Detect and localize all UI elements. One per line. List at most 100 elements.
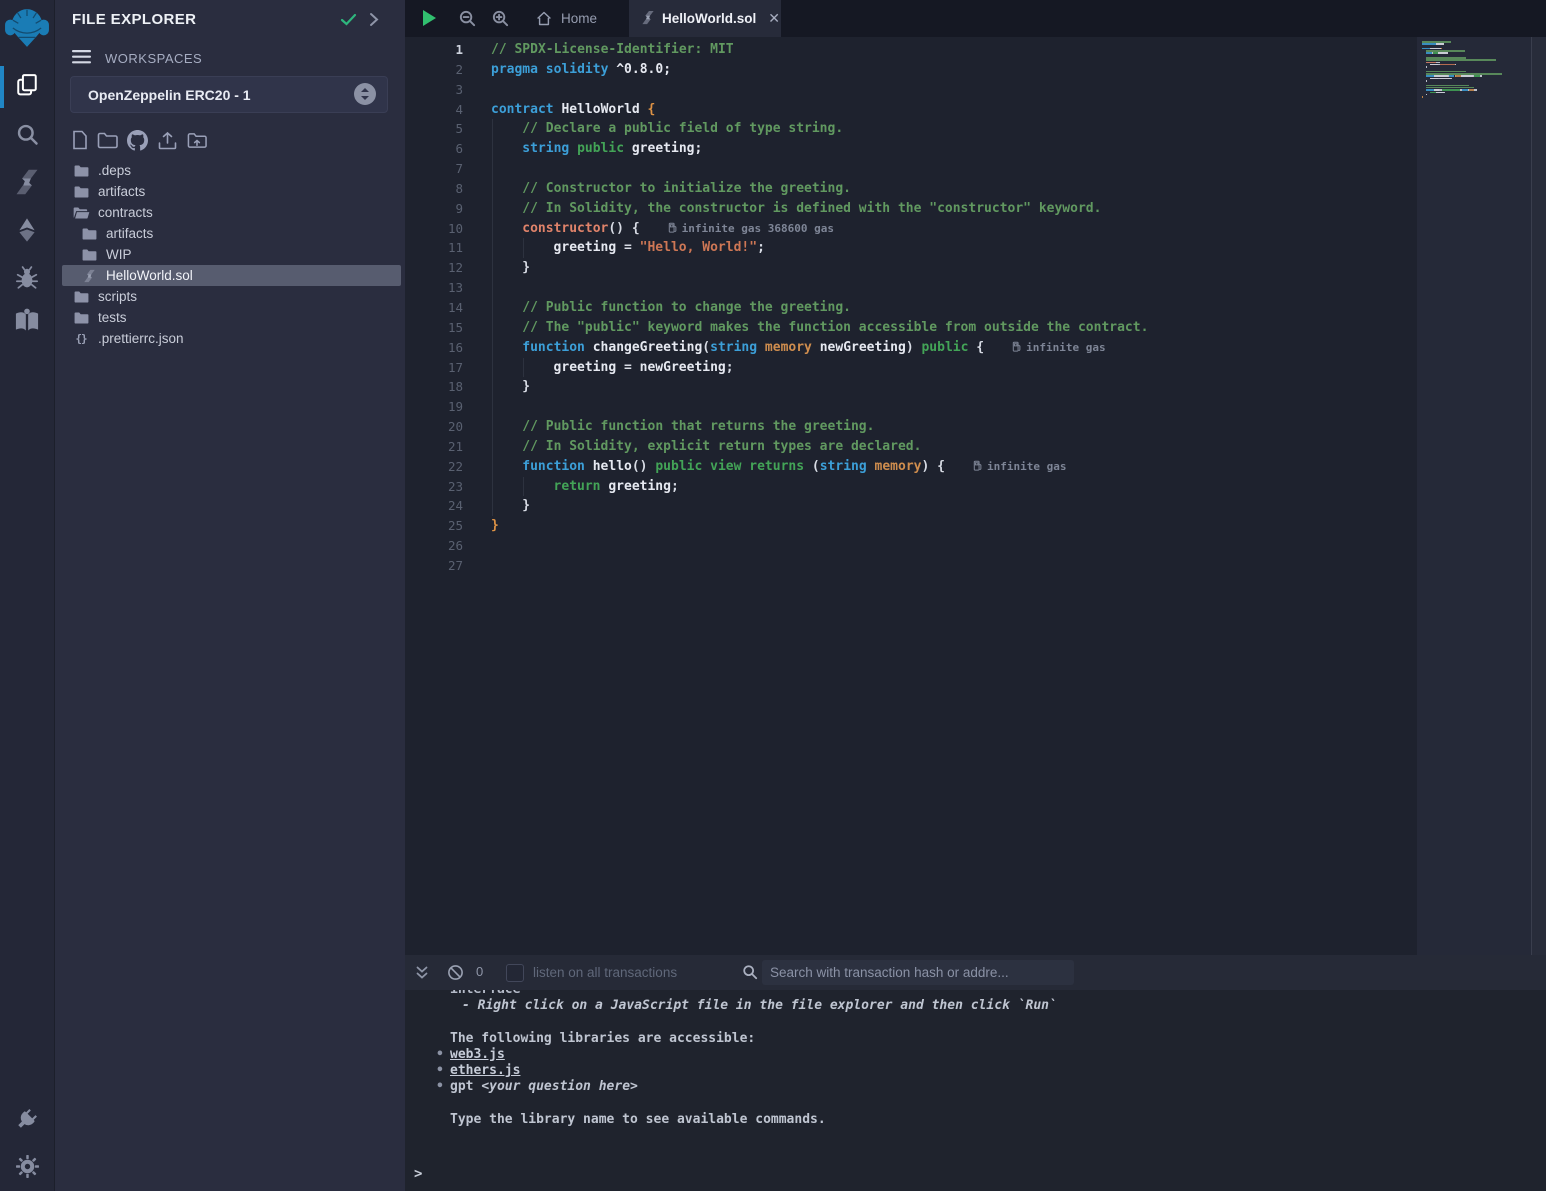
code-line[interactable]: [491, 159, 1416, 179]
code-line[interactable]: }: [491, 258, 1416, 278]
upload-folder-icon[interactable]: [187, 132, 207, 149]
terminal-collapse-icon[interactable]: [415, 965, 429, 985]
terminal-line: Type the library name to see available c…: [405, 1112, 1546, 1128]
code-editor[interactable]: 1234567891011121314151617181920212223242…: [405, 37, 1546, 955]
workspaces-menu-icon[interactable]: [72, 50, 91, 69]
upload-file-icon[interactable]: [157, 131, 178, 150]
github-icon[interactable]: [127, 130, 148, 151]
remix-logo-icon: [4, 6, 50, 50]
tree-item-scripts[interactable]: scripts: [55, 286, 405, 307]
terminal-prompt[interactable]: >: [414, 1166, 422, 1182]
tree-item-artifacts[interactable]: artifacts: [55, 181, 405, 202]
file-actions-toolbar: [72, 129, 207, 151]
code-line[interactable]: // In Solidity, explicit return types ar…: [491, 437, 1416, 457]
code-line[interactable]: [491, 556, 1416, 576]
code-line[interactable]: // Constructor to initialize the greetin…: [491, 179, 1416, 199]
workspace-name: OpenZeppelin ERC20 - 1: [88, 87, 251, 103]
sidebar-item-debugger[interactable]: [0, 264, 54, 292]
line-number: 4: [405, 100, 463, 120]
panel-chevron-right-icon[interactable]: [369, 12, 379, 32]
code-line[interactable]: [491, 278, 1416, 298]
sidebar-item-search[interactable]: [0, 121, 54, 148]
code-line[interactable]: // Declare a public field of type string…: [491, 119, 1416, 139]
tree-item--prettierrc-json[interactable]: {}.prettierrc.json: [55, 328, 405, 349]
code-line[interactable]: function changeGreeting(string memory ne…: [491, 338, 1416, 358]
tree-item--deps[interactable]: .deps: [55, 160, 405, 181]
run-script-button[interactable]: [422, 9, 437, 32]
zoom-out-icon[interactable]: [458, 9, 477, 33]
code-line[interactable]: [491, 80, 1416, 100]
sidebar-item-plugin-manager[interactable]: [0, 1105, 54, 1133]
line-number: 27: [405, 556, 463, 576]
editor-scrollbar[interactable]: [1531, 37, 1546, 955]
workspace-select-toggle-icon[interactable]: [354, 83, 376, 105]
tree-item-label: HelloWorld.sol: [106, 268, 193, 283]
panel-title: FILE EXPLORER: [72, 11, 196, 28]
sidebar-item-solidity-compiler[interactable]: [0, 168, 54, 196]
code-line[interactable]: return greeting;: [491, 477, 1416, 497]
folder-icon: [72, 186, 90, 198]
confirm-check-icon[interactable]: [340, 13, 357, 31]
line-number: 8: [405, 179, 463, 199]
code-line[interactable]: greeting = newGreeting;: [491, 358, 1416, 378]
terminal-link[interactable]: ethers.js: [450, 1063, 520, 1078]
terminal-line: The following libraries are accessible:: [405, 1031, 1546, 1047]
tab-home[interactable]: Home: [522, 0, 622, 37]
code-line[interactable]: [491, 536, 1416, 556]
code-line[interactable]: contract HelloWorld {: [491, 100, 1416, 120]
code-line[interactable]: // Public function that returns the gree…: [491, 417, 1416, 437]
tree-item-contracts[interactable]: contracts: [55, 202, 405, 223]
code-line[interactable]: }: [491, 496, 1416, 516]
code-line[interactable]: greeting = "Hello, World!";: [491, 238, 1416, 258]
ethereum-deploy-icon: [13, 215, 41, 245]
sidebar-item-deploy-run[interactable]: [0, 215, 54, 245]
zoom-in-icon[interactable]: [491, 9, 510, 33]
tab-label: Home: [561, 11, 597, 26]
code-line[interactable]: // Public function to change the greetin…: [491, 298, 1416, 318]
tree-item-artifacts[interactable]: artifacts: [55, 223, 405, 244]
code-line[interactable]: pragma solidity ^0.8.0;: [491, 60, 1416, 80]
tree-item-tests[interactable]: tests: [55, 307, 405, 328]
terminal-link[interactable]: web3.js: [450, 1047, 505, 1062]
new-file-icon[interactable]: [72, 130, 88, 150]
sidebar-item-learn[interactable]: [0, 306, 54, 334]
new-folder-icon[interactable]: [97, 132, 118, 149]
code-line[interactable]: [491, 397, 1416, 417]
line-number: 21: [405, 437, 463, 457]
workspace-select[interactable]: OpenZeppelin ERC20 - 1: [70, 76, 388, 113]
terminal-output[interactable]: interface- Right click on a JavaScript f…: [405, 990, 1546, 1191]
line-number: 6: [405, 139, 463, 159]
tree-item-wip[interactable]: WIP: [55, 244, 405, 265]
code-line[interactable]: }: [491, 377, 1416, 397]
tree-item-helloworld-sol[interactable]: HelloWorld.sol: [62, 265, 401, 286]
line-number: 9: [405, 199, 463, 219]
line-number: 13: [405, 278, 463, 298]
close-tab-icon[interactable]: ✕: [768, 10, 780, 27]
code-line[interactable]: // The "public" keyword makes the functi…: [491, 318, 1416, 338]
gas-estimate-lens[interactable]: infinite gas: [1012, 341, 1105, 354]
gas-estimate-lens[interactable]: infinite gas: [973, 460, 1066, 473]
clear-console-icon[interactable]: [447, 964, 464, 986]
plug-icon: [13, 1105, 41, 1133]
line-number: 25: [405, 516, 463, 536]
line-number-gutter: 1234567891011121314151617181920212223242…: [405, 40, 463, 576]
code-line[interactable]: // In Solidity, the constructor is defin…: [491, 199, 1416, 219]
sidebar-item-file-explorer[interactable]: [0, 71, 54, 99]
code-line[interactable]: function hello() public view returns (st…: [491, 457, 1416, 477]
remix-logo[interactable]: [0, 6, 54, 50]
code-line[interactable]: constructor() {infinite gas 368600 gas: [491, 219, 1416, 239]
minimap-content: [1422, 41, 1526, 103]
tab-helloworld-sol[interactable]: HelloWorld.sol ✕: [629, 0, 781, 37]
gas-pump-icon: [1012, 341, 1021, 352]
gas-estimate-lens[interactable]: infinite gas 368600 gas: [668, 222, 834, 235]
code-line[interactable]: // SPDX-License-Identifier: MIT: [491, 40, 1416, 60]
folder-icon: [80, 228, 98, 240]
listen-transactions-checkbox[interactable]: [506, 964, 524, 982]
minimap[interactable]: [1417, 37, 1532, 955]
terminal-search-input[interactable]: [762, 960, 1074, 985]
folder-icon: [72, 165, 90, 177]
sidebar-item-settings[interactable]: [0, 1153, 54, 1180]
code-line[interactable]: string public greeting;: [491, 139, 1416, 159]
editor-tabbar: Home HelloWorld.sol ✕: [405, 0, 1546, 37]
code-line[interactable]: }: [491, 516, 1416, 536]
